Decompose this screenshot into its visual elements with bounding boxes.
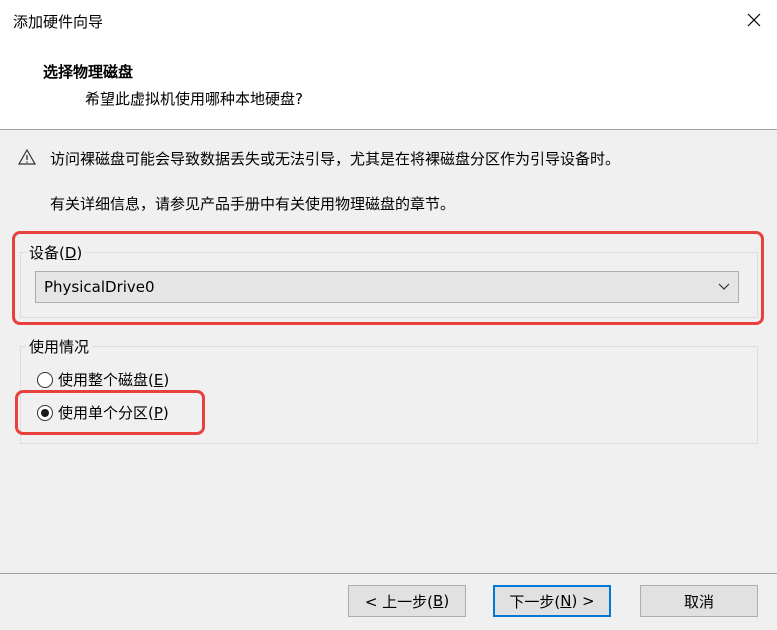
bottom-separator (0, 573, 777, 574)
back-button[interactable]: < 上一步(B) (348, 585, 466, 617)
radio-whole-disk[interactable]: 使用整个磁盘(E) (37, 369, 169, 390)
window-title: 添加硬件向导 (13, 13, 104, 31)
radio-button-unchecked[interactable] (37, 371, 53, 388)
page-subtitle: 希望此虚拟机使用哪种本地硬盘? (85, 90, 303, 108)
info-text: 有关详细信息，请参见产品手册中有关使用物理磁盘的章节。 (50, 195, 456, 213)
radio-whole-disk-label: 使用整个磁盘(E) (58, 371, 170, 389)
cancel-button[interactable]: 取消 (640, 585, 758, 617)
close-button[interactable] (731, 0, 777, 40)
page-title: 选择物理磁盘 (43, 63, 134, 81)
device-highlight (12, 231, 764, 325)
partition-highlight (15, 390, 205, 435)
warning-triangle-icon (18, 149, 36, 165)
next-button[interactable]: 下一步(N) > (493, 585, 611, 617)
usage-group-label: 使用情况 (26, 336, 93, 357)
close-icon (747, 13, 761, 27)
title-bar: 添加硬件向导 (0, 0, 777, 40)
wizard-header: 选择物理磁盘 希望此虚拟机使用哪种本地硬盘? (0, 40, 777, 130)
warning-text: 访问裸磁盘可能会导致数据丢失或无法引导，尤其是在将裸磁盘分区作为引导设备时。 (50, 150, 621, 168)
